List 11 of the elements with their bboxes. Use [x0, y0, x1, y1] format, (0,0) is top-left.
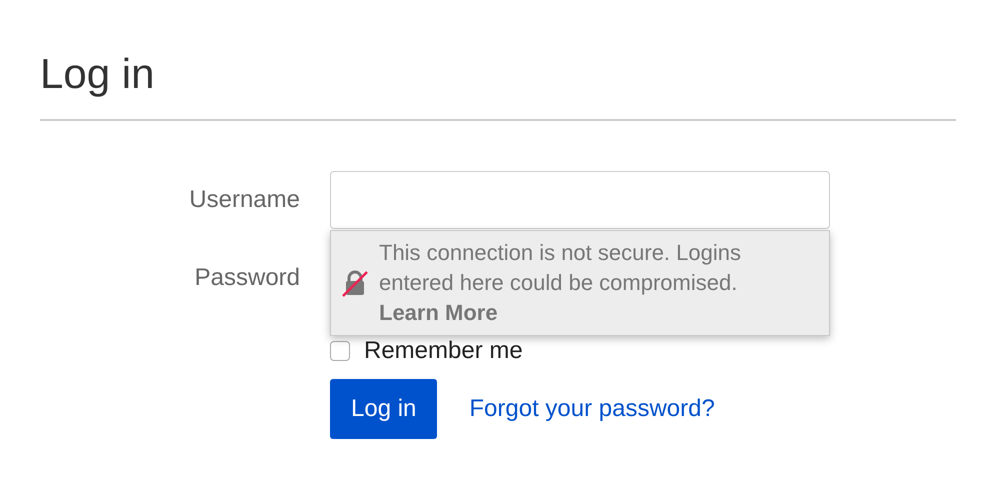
checkbox[interactable]: [330, 341, 350, 361]
field-label: Username: [188, 186, 301, 214]
broken-lock-icon: [341, 269, 369, 297]
warning-message: This connection is not secure. Logins entered here could be compromised.: [379, 239, 742, 297]
input-field[interactable]: [330, 171, 830, 229]
login-button[interactable]: Log in: [330, 379, 438, 439]
page-title: Log in: [40, 49, 156, 99]
learn-more-link[interactable]: Learn More: [379, 298, 819, 328]
field-label: Password: [194, 264, 301, 292]
checkbox-label: Remember me: [364, 337, 523, 365]
forgot-password-link[interactable]: Forgot your password?: [469, 395, 715, 423]
